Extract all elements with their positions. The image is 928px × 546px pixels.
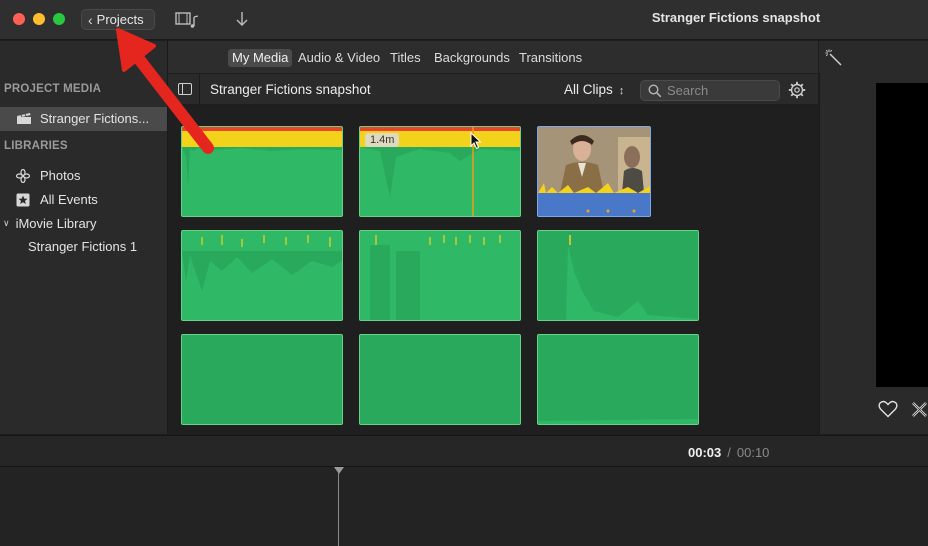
duration-badge: 1.4m xyxy=(365,133,400,147)
total-time: 00:10 xyxy=(736,445,770,460)
clip-browser-grid: 1.4m xyxy=(168,106,818,434)
clip-filter-label: All Clips xyxy=(564,82,613,97)
audio-waveform xyxy=(360,335,520,424)
sidebar-item-event-label: Stranger Fictions 1 xyxy=(28,239,138,254)
audio-waveform xyxy=(182,335,342,424)
clapperboard-icon xyxy=(17,113,31,124)
minimize-window-button[interactable] xyxy=(33,13,45,25)
reject-icon[interactable] xyxy=(910,401,928,418)
current-time: 00:03 xyxy=(688,445,722,460)
viewer-panel xyxy=(819,73,928,434)
gear-icon[interactable] xyxy=(788,81,806,99)
search-field[interactable] xyxy=(640,80,780,101)
close-window-button[interactable] xyxy=(13,13,25,25)
clip-filter-select[interactable]: All Clips ↕ xyxy=(564,82,624,97)
viewer-screen xyxy=(876,83,928,387)
up-down-chevron-icon: ↕ xyxy=(618,85,625,97)
heart-icon[interactable] xyxy=(878,400,898,418)
browser-header: Stranger Fictions snapshot All Clips ↕ xyxy=(168,73,818,106)
photos-icon xyxy=(16,168,30,183)
timeline-toolbar: 00:03 / 00:10 xyxy=(0,435,928,467)
search-input[interactable] xyxy=(667,83,775,98)
window-title: Stranger Fictions snapshot xyxy=(651,10,821,25)
tab-my-media[interactable]: My Media xyxy=(228,49,293,67)
mouse-cursor-icon xyxy=(470,132,482,150)
timecode-display: 00:03 / 00:10 xyxy=(688,445,769,460)
sidebar-item-photos-label: Photos xyxy=(40,168,81,183)
clip-thumbnail[interactable] xyxy=(181,230,343,321)
audio-waveform xyxy=(182,231,342,320)
tab-transitions[interactable]: Transitions xyxy=(515,49,586,67)
tab-backgrounds[interactable]: Backgrounds xyxy=(430,49,514,67)
browser-title: Stranger Fictions snapshot xyxy=(210,82,371,97)
sidebar-item-imovie-library[interactable]: ∨ iMovie Library xyxy=(3,216,97,231)
video-frame xyxy=(538,127,650,216)
chevron-left-icon: ‹ xyxy=(88,11,93,28)
clip-thumbnail[interactable] xyxy=(537,230,699,321)
playhead[interactable] xyxy=(338,473,339,546)
sidebar-item-event[interactable]: Stranger Fictions 1 xyxy=(28,239,137,254)
star-icon xyxy=(16,193,30,206)
clip-thumbnail-skimmed[interactable]: 1.4m xyxy=(359,126,521,217)
magic-wand-icon[interactable] xyxy=(825,49,843,67)
sidebar-item-photos[interactable]: Photos xyxy=(16,168,80,183)
search-icon xyxy=(648,84,662,98)
clip-thumbnail[interactable] xyxy=(537,334,699,425)
sidebar-item-all-events-label: All Events xyxy=(40,192,98,207)
clip-thumbnail[interactable] xyxy=(181,334,343,425)
audio-waveform xyxy=(360,231,520,320)
viewer-toolbar xyxy=(819,41,928,73)
video-clip-thumbnail[interactable] xyxy=(537,126,651,217)
project-media-heading: PROJECT MEDIA xyxy=(4,83,102,95)
browser-tabs: My Media Audio & Video Titles Background… xyxy=(168,41,818,73)
sidebar-item-imovie-library-label: iMovie Library xyxy=(15,216,97,231)
clip-thumbnail[interactable] xyxy=(359,334,521,425)
zoom-window-button[interactable] xyxy=(53,13,65,25)
tab-titles[interactable]: Titles xyxy=(386,49,425,67)
disclosure-triangle-icon[interactable]: ∨ xyxy=(3,218,10,229)
time-separator: / xyxy=(727,445,731,460)
timeline[interactable] xyxy=(0,467,928,546)
playhead-handle[interactable] xyxy=(334,467,344,474)
projects-back-label: Projects xyxy=(96,12,144,27)
tab-audio-video[interactable]: Audio & Video xyxy=(294,49,384,67)
import-arrow-icon[interactable] xyxy=(235,10,249,28)
sidebar-item-all-events[interactable]: All Events xyxy=(16,192,98,207)
audio-waveform xyxy=(538,231,698,320)
clip-thumbnail[interactable] xyxy=(359,230,521,321)
audio-waveform xyxy=(538,335,698,424)
libraries-heading: LIBRARIES xyxy=(4,140,68,152)
annotation-arrow-icon xyxy=(116,28,214,154)
